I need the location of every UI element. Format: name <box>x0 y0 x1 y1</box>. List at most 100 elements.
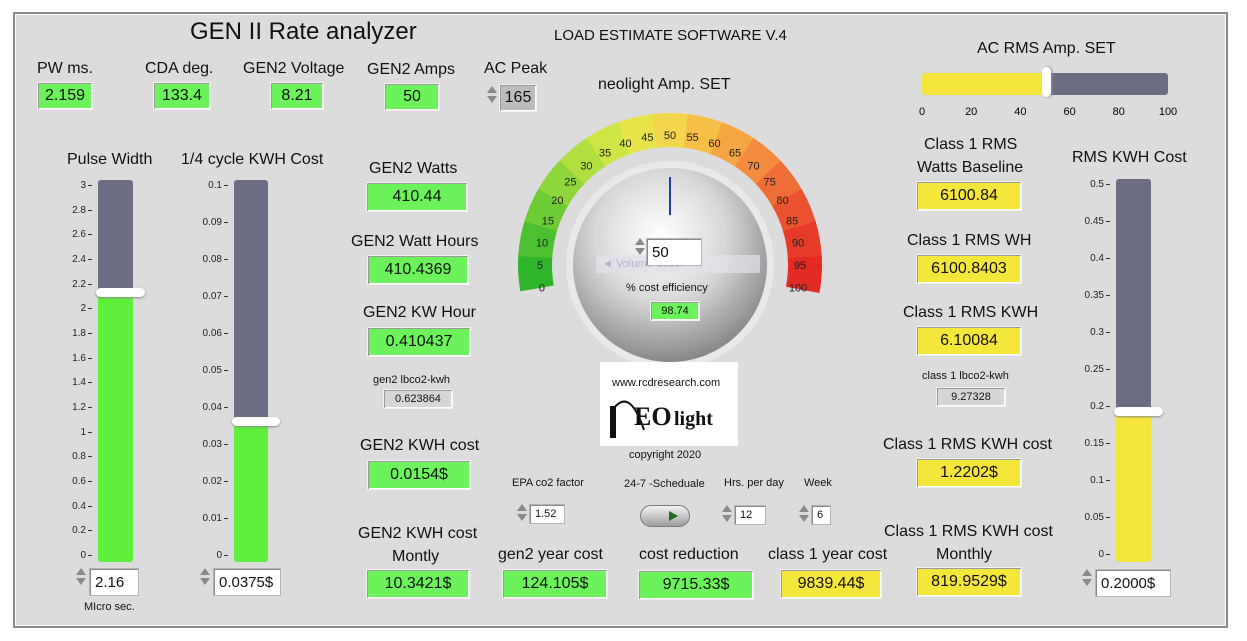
decrement-arrow-icon[interactable] <box>487 96 497 103</box>
increment-arrow-icon[interactable] <box>200 568 210 575</box>
epa-input[interactable]: 1.52 <box>529 504 565 524</box>
efficiency-label: % cost efficiency <box>626 282 708 294</box>
class1-lbco2-indicator: 9.27328 <box>936 387 1006 407</box>
quarter-cycle-slider[interactable] <box>232 180 280 562</box>
rms-kwh-spinner[interactable] <box>1082 567 1092 591</box>
pulse-width-tick-label: 1.2 <box>72 402 92 413</box>
ac-rms-tick-label: 20 <box>965 106 978 118</box>
software-version: LOAD ESTIMATE SOFTWARE V.4 <box>554 27 787 44</box>
schedule-label: 24-7 -Scheduale <box>624 478 705 490</box>
play-icon <box>669 511 678 521</box>
pulse-width-fill <box>98 292 133 562</box>
rms-kwh-cost-label: RMS KWH Cost <box>1072 149 1187 166</box>
hours-label: Hrs. per day <box>724 477 784 489</box>
decrement-arrow-icon[interactable] <box>1082 579 1092 586</box>
decrement-arrow-icon[interactable] <box>722 515 732 522</box>
quarter-cycle-spinner[interactable] <box>200 566 210 590</box>
epa-spinner[interactable] <box>517 502 527 526</box>
ac-peak-label: AC Peak <box>484 60 548 77</box>
week-input[interactable]: 6 <box>811 505 831 525</box>
ac-rms-thumb[interactable] <box>1042 67 1051 97</box>
gauge-tick-label: 20 <box>551 195 563 207</box>
pulse-width-tick-label: 2.2 <box>72 279 92 290</box>
rms-kwh-tick-label: 0.05 <box>1085 512 1110 523</box>
ac-peak-spinner[interactable] <box>487 84 497 108</box>
rms-kwh-thumb[interactable] <box>1114 407 1163 416</box>
gauge-tick-label: 85 <box>786 216 798 228</box>
ac-rms-scale: 0 20 40 60 80 100 <box>919 96 1177 120</box>
quarter-cycle-tick-label: 0.1 <box>208 180 228 191</box>
rms-kwh-tick-label: 0.35 <box>1085 290 1110 301</box>
rms-kwh-tick-label: 0.45 <box>1085 216 1110 227</box>
gauge-tick-label: 45 <box>641 132 653 144</box>
gauge-tick-label: 10 <box>536 237 548 249</box>
decrement-arrow-icon[interactable] <box>200 578 210 585</box>
class1-monthly-label-1: Class 1 RMS KWH cost <box>884 523 1053 540</box>
rms-kwh-tick-label: 0.25 <box>1085 364 1110 375</box>
class1-baseline-indicator: 6100.84 <box>916 181 1022 211</box>
rms-kwh-scale: 0.5 0.45 0.4 0.35 0.3 0.25 0.2 0.15 0.1 0.05 0 <box>1054 179 1110 560</box>
gen2-monthly-label-1: GEN2 KWH cost <box>358 525 478 542</box>
quarter-cycle-thumb[interactable] <box>232 416 280 426</box>
rms-kwh-tick-label: 0.5 <box>1090 179 1110 190</box>
gauge-spinner[interactable] <box>635 236 645 260</box>
pulse-width-tick-label: 2.4 <box>72 254 92 265</box>
gen2-kw-hour-label: GEN2 KW Hour <box>363 304 476 321</box>
quarter-cycle-tick-label: 0.09 <box>203 217 228 228</box>
gauge-value-input[interactable]: 50 <box>646 238 702 266</box>
class1-wh-indicator: 6100.8403 <box>916 254 1022 284</box>
gen2-voltage-indicator: 8.21 <box>270 82 324 110</box>
increment-arrow-icon[interactable] <box>1082 569 1092 576</box>
pulse-width-tick-label: 1.8 <box>72 328 92 339</box>
rms-kwh-slider[interactable] <box>1114 179 1163 562</box>
decrement-arrow-icon[interactable] <box>799 515 809 522</box>
ac-rms-tick-label: 100 <box>1158 106 1178 118</box>
increment-arrow-icon[interactable] <box>487 86 497 93</box>
gauge-title: neolight Amp. SET <box>598 76 731 93</box>
decrement-arrow-icon[interactable] <box>517 514 527 521</box>
quarter-cycle-label: 1/4 cycle KWH Cost <box>181 151 324 168</box>
cda-indicator: 133.4 <box>153 82 211 110</box>
increment-arrow-icon[interactable] <box>635 238 645 245</box>
rms-kwh-input[interactable]: 0.2000$ <box>1095 569 1171 597</box>
hours-input[interactable]: 12 <box>734 505 766 525</box>
quarter-cycle-input[interactable]: 0.0375$ <box>213 568 281 596</box>
gen2-watts-indicator: 410.44 <box>366 182 468 212</box>
logo-url: www.rcdresearch.com <box>612 377 721 389</box>
gauge-tick-label: 0 <box>539 283 545 295</box>
pulse-width-spinner[interactable] <box>76 566 86 590</box>
pulse-width-thumb[interactable] <box>96 287 145 297</box>
gen2-kw-hour-indicator: 0.410437 <box>367 327 471 357</box>
hours-spinner[interactable] <box>722 503 732 527</box>
ac-rms-slider[interactable] <box>922 67 1168 97</box>
class1-wh-label: Class 1 RMS WH <box>907 232 1032 249</box>
class1-monthly-label-2: Monthly <box>936 546 993 563</box>
week-spinner[interactable] <box>799 503 809 527</box>
gauge-tick-label: 5 <box>537 260 543 272</box>
decrement-arrow-icon[interactable] <box>635 248 645 255</box>
gen2-amps-indicator: 50 <box>384 83 440 111</box>
increment-arrow-icon[interactable] <box>722 505 732 512</box>
gauge-tick-label: 100 <box>789 283 807 295</box>
class1-kwh-indicator: 6.10084 <box>916 326 1022 356</box>
pulse-width-slider[interactable] <box>96 180 145 562</box>
increment-arrow-icon[interactable] <box>76 568 86 575</box>
quarter-cycle-tick-label: 0 <box>216 550 228 561</box>
gen2-voltage-label: GEN2 Voltage <box>243 60 345 77</box>
schedule-toggle[interactable] <box>640 505 690 527</box>
increment-arrow-icon[interactable] <box>517 504 527 511</box>
gauge-tick-label: 30 <box>580 160 592 172</box>
increment-arrow-icon[interactable] <box>799 505 809 512</box>
pulse-width-scale: 3 2.8 2.6 2.4 2.2 2 1.8 1.6 1.4 1.2 1 0.8 0.6 0.4 0.2 0 <box>40 180 92 561</box>
class1-baseline-label-2: Watts Baseline <box>917 159 1024 176</box>
cost-reduction-indicator: 9715.33$ <box>638 570 754 600</box>
gauge-tick-label: 40 <box>619 138 631 150</box>
gen2-monthly-indicator: 10.3421$ <box>366 569 470 599</box>
ac-rms-label: AC RMS Amp. SET <box>977 40 1116 57</box>
gen2-year-cost-label: gen2 year cost <box>498 546 603 563</box>
pulse-width-input[interactable]: 2.16 <box>89 568 139 596</box>
rms-kwh-tick-label: 0.1 <box>1090 475 1110 486</box>
ac-rms-tick-label: 40 <box>1014 106 1027 118</box>
page-title: GEN II Rate analyzer <box>190 18 417 45</box>
decrement-arrow-icon[interactable] <box>76 578 86 585</box>
